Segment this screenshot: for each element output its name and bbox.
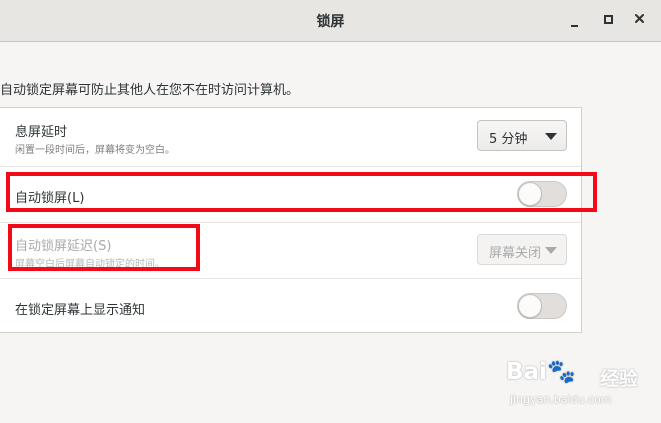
auto-lock-delay-title: 自动锁屏延迟(S) bbox=[15, 239, 112, 254]
blank-delay-dropdown[interactable]: 5 分钟 bbox=[477, 120, 567, 151]
page-description: 自动锁定屏幕可防止其他人在您不在时访问计算机。 bbox=[0, 83, 300, 98]
baidu-jingyan-watermark: Bai🐾 经验 jingyan.baidu.com bbox=[506, 356, 654, 416]
blank-delay-subtitle: 闲置一段时间后，屏幕将变为空白。 bbox=[15, 145, 175, 156]
lock-notifications-title: 在锁定屏幕上显示通知 bbox=[15, 303, 146, 318]
switch-knob bbox=[518, 294, 542, 318]
auto-lock-switch[interactable] bbox=[517, 181, 567, 207]
auto-lock-row: 自动锁屏(L) bbox=[0, 166, 581, 222]
minimize-icon bbox=[571, 25, 578, 27]
watermark-logo-text: Bai🐾 bbox=[506, 359, 576, 385]
lock-notifications-switch[interactable] bbox=[517, 293, 567, 319]
maximize-button[interactable] bbox=[596, 8, 620, 32]
switch-knob bbox=[518, 182, 542, 206]
dropdown-arrow-icon bbox=[545, 247, 557, 254]
close-button[interactable] bbox=[628, 8, 652, 32]
auto-lock-title: 自动锁屏(L) bbox=[15, 191, 85, 206]
auto-lock-delay-dropdown[interactable]: 屏幕关闭 bbox=[477, 234, 567, 265]
auto-lock-delay-row: 自动锁屏延迟(S) 屏幕空白后屏幕自动锁定的时间。 屏幕关闭 bbox=[0, 222, 581, 278]
lock-notifications-row: 在锁定屏幕上显示通知 bbox=[0, 278, 581, 333]
maximize-icon bbox=[604, 15, 613, 24]
blank-delay-row: 息屏延时 闲置一段时间后，屏幕将变为空白。 5 分钟 bbox=[0, 108, 581, 166]
blank-delay-title: 息屏延时 bbox=[15, 125, 68, 140]
window-titlebar: 锁屏 bbox=[0, 0, 661, 42]
watermark-url: jingyan.baidu.com bbox=[510, 393, 612, 406]
dropdown-arrow-icon bbox=[545, 133, 557, 140]
paw-icon: 🐾 bbox=[546, 359, 576, 385]
auto-lock-delay-value: 屏幕关闭 bbox=[489, 246, 542, 261]
minimize-button[interactable] bbox=[562, 8, 586, 32]
watermark-jingyan-text: 经验 bbox=[600, 368, 639, 390]
blank-delay-value: 5 分钟 bbox=[489, 132, 528, 147]
close-icon bbox=[635, 14, 644, 23]
settings-panel: 息屏延时 闲置一段时间后，屏幕将变为空白。 5 分钟 自动锁屏(L) 自动锁屏延… bbox=[0, 107, 582, 333]
auto-lock-delay-subtitle: 屏幕空白后屏幕自动锁定的时间。 bbox=[15, 259, 165, 270]
